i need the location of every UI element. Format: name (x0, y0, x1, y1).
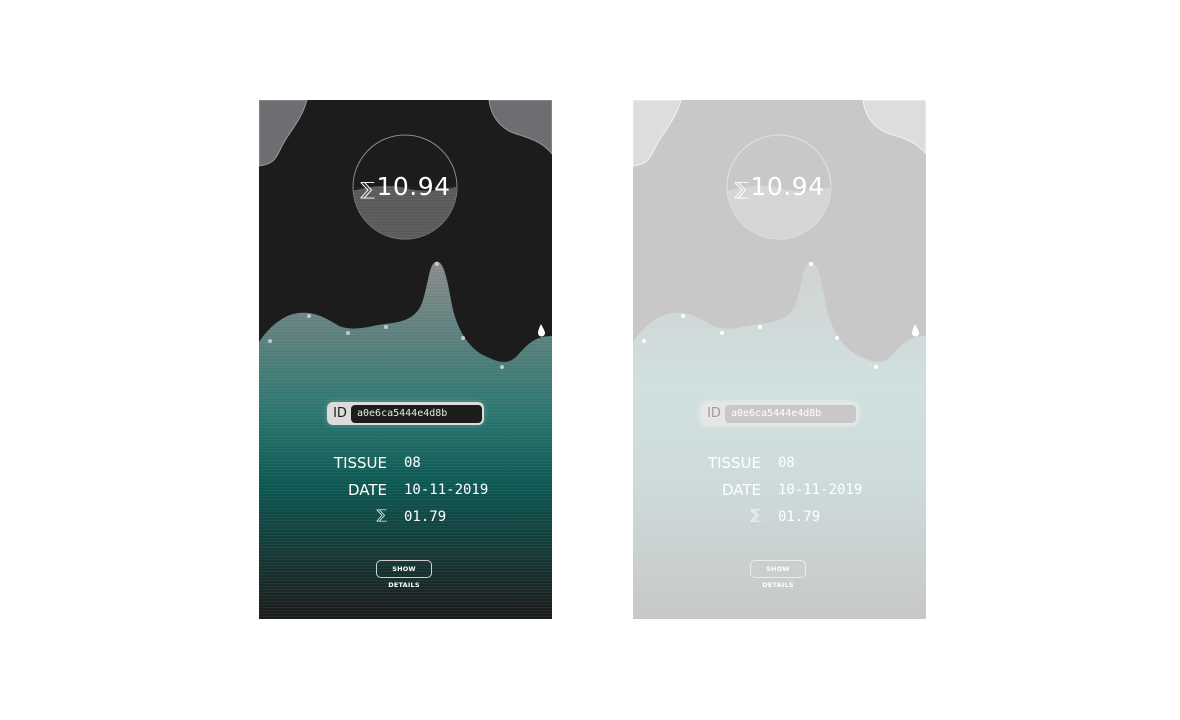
info-row-date: DATE 10-11-2019 (633, 481, 926, 501)
id-value: a0e6ca5444e4d8b (351, 404, 482, 423)
currency-symbol: ⅀ (360, 179, 376, 200)
id-field[interactable]: ID a0e6ca5444e4d8b (327, 402, 484, 425)
balance-value: 10.94 (376, 172, 451, 201)
wave-dot (461, 336, 465, 340)
info-value: 08 (404, 455, 421, 471)
balance-value: 10.94 (750, 172, 825, 201)
info-row-amount: ⅀ 01.79 (259, 508, 552, 528)
wave-dot (874, 365, 878, 369)
info-row-tissue: TISSUE 08 (259, 454, 552, 474)
info-value: 08 (778, 455, 795, 471)
wave-dot (642, 339, 646, 343)
wave-dot (500, 365, 504, 369)
id-field[interactable]: ID a0e6ca5444e4d8b (701, 402, 858, 425)
wave-dot (435, 262, 439, 266)
wave-dot (809, 262, 813, 266)
show-details-button[interactable]: SHOW DETAILS (750, 560, 806, 589)
droplet-icon (538, 324, 545, 337)
balance-amount: ⅀10.94 (633, 172, 926, 201)
id-label: ID (707, 406, 721, 421)
id-label: ID (333, 406, 347, 421)
info-value: 10-11-2019 (778, 482, 863, 498)
info-label: ⅀ (750, 508, 761, 523)
info-row-date: DATE 10-11-2019 (259, 481, 552, 501)
wave-dot (384, 325, 388, 329)
droplet-icon (912, 324, 919, 337)
show-details-button[interactable]: SHOW DETAILS (376, 560, 432, 589)
wave-dot (835, 336, 839, 340)
wallet-card-dark: ⅀10.94 ID a0e6ca5444e4d8b TISSUE 08 DATE… (259, 100, 552, 619)
corner-blob-right (862, 100, 926, 155)
wave-dot (307, 314, 311, 318)
corner-blob-left (259, 100, 308, 167)
info-label: ⅀ (376, 508, 387, 523)
info-label: DATE (721, 481, 761, 499)
corner-blob-left (633, 100, 682, 167)
corner-blob-right (488, 100, 552, 155)
info-value: 10-11-2019 (404, 482, 489, 498)
info-value: 01.79 (778, 509, 821, 525)
id-value: a0e6ca5444e4d8b (725, 404, 856, 423)
info-label: TISSUE (333, 454, 387, 472)
wave-dot (758, 325, 762, 329)
wave-dot (346, 331, 350, 335)
info-value: 01.79 (404, 509, 447, 525)
info-row-tissue: TISSUE 08 (633, 454, 926, 474)
wallet-card-light: ⅀10.94 ID a0e6ca5444e4d8b TISSUE 08 DATE… (633, 100, 926, 619)
wave-dot (268, 339, 272, 343)
info-label: TISSUE (707, 454, 761, 472)
wave-dot (720, 331, 724, 335)
info-row-amount: ⅀ 01.79 (633, 508, 926, 528)
currency-symbol: ⅀ (734, 179, 750, 200)
wave-dot (681, 314, 685, 318)
info-label: DATE (347, 481, 387, 499)
balance-amount: ⅀10.94 (259, 172, 552, 201)
